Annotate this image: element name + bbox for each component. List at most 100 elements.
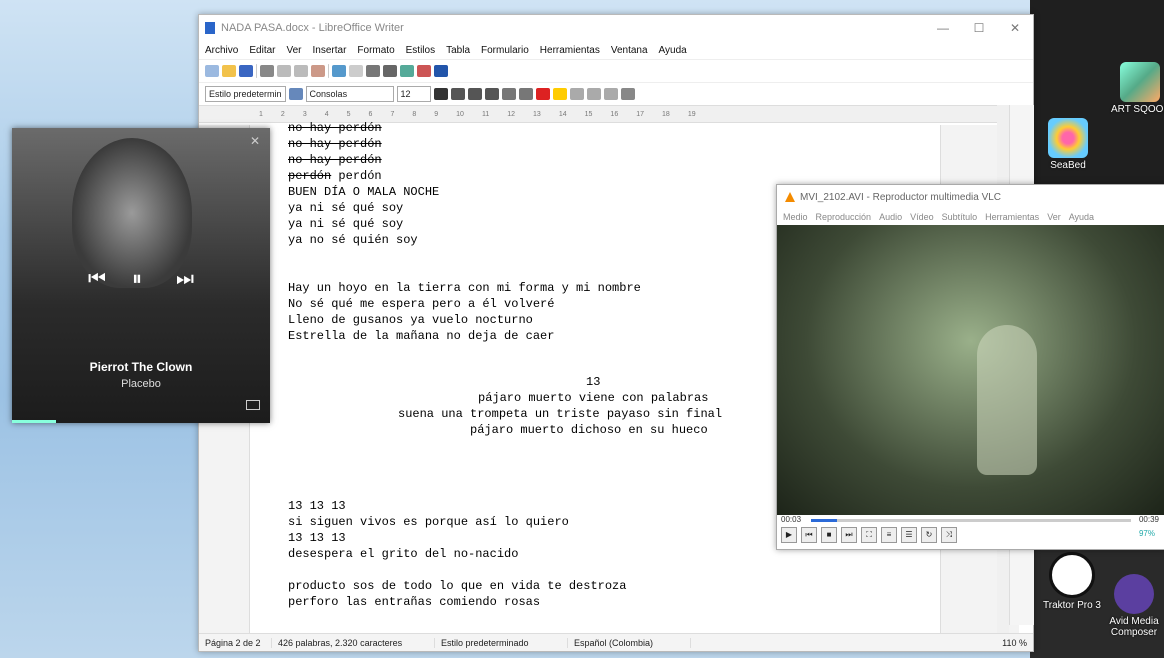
close-button[interactable]: ✕: [997, 21, 1033, 35]
pause-icon[interactable]: ⏸: [132, 268, 142, 291]
menu-ventana[interactable]: Ventana: [611, 45, 648, 56]
text-line: no hay perdón: [288, 153, 382, 167]
superscript-icon[interactable]: [501, 88, 516, 100]
table-icon[interactable]: [383, 65, 397, 77]
align-left-icon[interactable]: [569, 88, 584, 100]
vlc-menu-ayuda[interactable]: Ayuda: [1069, 212, 1094, 222]
cut-icon[interactable]: [277, 65, 291, 77]
font-size-combo[interactable]: 12: [396, 86, 431, 102]
find-icon[interactable]: [366, 65, 380, 77]
text-line: Hay un hoyo en la tierra con mi forma y …: [288, 281, 641, 295]
vlc-menu-herramientas[interactable]: Herramientas: [985, 212, 1039, 222]
menu-formato[interactable]: Formato: [357, 45, 394, 56]
text-line: suena una trompeta un triste payaso sin …: [398, 407, 723, 421]
underline-icon[interactable]: [467, 88, 482, 100]
menu-insertar[interactable]: Insertar: [313, 45, 347, 56]
special-char-icon[interactable]: [434, 65, 448, 77]
writer-titlebar: NADA PASA.docx - LibreOffice Writer — ☐ …: [199, 15, 1033, 41]
time-current: 00:03: [781, 515, 802, 524]
text-line: BUEN DÍA O MALA NOCHE: [288, 185, 440, 199]
text-line: pájaro muerto viene con palabras: [478, 391, 709, 405]
image-icon[interactable]: [400, 65, 414, 77]
strikethrough-icon[interactable]: [484, 88, 499, 100]
vlc-menu-video[interactable]: Vídeo: [910, 212, 934, 222]
new-icon[interactable]: [205, 65, 219, 77]
highlight-icon[interactable]: [552, 88, 567, 100]
font-color-icon[interactable]: [535, 88, 550, 100]
vlc-menu-reproduccion[interactable]: Reproducción: [816, 212, 872, 222]
writer-window-controls: — ☐ ✕: [925, 21, 1033, 35]
font-name-combo[interactable]: Consolas: [305, 86, 394, 102]
undo-icon[interactable]: [332, 65, 346, 77]
save-icon[interactable]: [239, 65, 253, 77]
video-frame[interactable]: [777, 225, 1164, 515]
status-words: 426 palabras, 2.320 caracteres: [272, 637, 435, 648]
align-center-icon[interactable]: [586, 88, 601, 100]
video-figure: [977, 325, 1037, 475]
subscript-icon[interactable]: [518, 88, 533, 100]
menu-ayuda[interactable]: Ayuda: [659, 45, 687, 56]
status-language[interactable]: Español (Colombia): [568, 637, 691, 648]
italic-icon[interactable]: [450, 88, 465, 100]
volume-level[interactable]: 97%: [1139, 529, 1155, 538]
open-icon[interactable]: [222, 65, 236, 77]
menu-tabla[interactable]: Tabla: [446, 45, 470, 56]
chart-icon[interactable]: [417, 65, 431, 77]
album-art: [72, 138, 192, 288]
status-zoom[interactable]: 110 %: [996, 638, 1033, 648]
paste-icon[interactable]: [311, 65, 325, 77]
print-icon[interactable]: [260, 65, 274, 77]
mini-player-icon[interactable]: [246, 400, 260, 410]
bold-icon[interactable]: [433, 88, 448, 100]
vlc-menu-ver[interactable]: Ver: [1047, 212, 1061, 222]
justify-icon[interactable]: [620, 88, 635, 100]
paragraph-style-combo[interactable]: Estilo predetermin: [205, 86, 286, 102]
desktop-icon-art-sqool[interactable]: ART SQOOL: [1100, 62, 1164, 115]
play-icon[interactable]: ▶: [781, 527, 797, 543]
vlc-menu-medio[interactable]: Medio: [783, 212, 808, 222]
vlc-menu-audio[interactable]: Audio: [879, 212, 902, 222]
menu-estilos[interactable]: Estilos: [406, 45, 435, 56]
menu-ver[interactable]: Ver: [286, 45, 301, 56]
previous-icon[interactable]: ⏮: [801, 527, 817, 543]
loop-icon[interactable]: ↻: [921, 527, 937, 543]
menu-formulario[interactable]: Formulario: [481, 45, 529, 56]
close-icon[interactable]: ✕: [250, 134, 260, 148]
next-icon[interactable]: ⏭: [841, 527, 857, 543]
vlc-seek-bar[interactable]: 00:03 00:39: [777, 515, 1164, 525]
text-line: ya ni sé qué soy: [288, 217, 404, 231]
seabed-icon: [1048, 118, 1088, 158]
copy-icon[interactable]: [294, 65, 308, 77]
writer-menubar: Archivo Editar Ver Insertar Formato Esti…: [199, 41, 1033, 59]
previous-icon[interactable]: ⏮: [88, 268, 106, 291]
status-page: Página 2 de 2: [199, 637, 272, 648]
playlist-icon[interactable]: ☰: [901, 527, 917, 543]
art-sqool-icon: [1120, 62, 1160, 102]
shuffle-icon[interactable]: ⤨: [941, 527, 957, 543]
next-icon[interactable]: ⏭: [176, 268, 194, 291]
maximize-button[interactable]: ☐: [961, 21, 997, 35]
minimize-button[interactable]: —: [925, 21, 961, 35]
stop-icon[interactable]: ■: [821, 527, 837, 543]
vlc-menubar: Medio Reproducción Audio Vídeo Subtítulo…: [777, 209, 1164, 225]
seek-track[interactable]: [811, 519, 1131, 522]
desktop-icon-avid[interactable]: Avid Media Composer: [1094, 574, 1164, 638]
align-right-icon[interactable]: [603, 88, 618, 100]
fullscreen-icon[interactable]: ⛶: [861, 527, 877, 543]
menu-herramientas[interactable]: Herramientas: [540, 45, 600, 56]
seek-fill: [811, 519, 837, 522]
text-line: 13: [586, 375, 601, 389]
desktop-icon-seabed[interactable]: SeaBed: [1028, 118, 1108, 171]
equalizer-icon[interactable]: ≡: [881, 527, 897, 543]
text-line: Estrella de la mañana no deja de caer: [288, 329, 555, 343]
song-artist: Placebo: [121, 378, 161, 390]
menu-archivo[interactable]: Archivo: [205, 45, 238, 56]
vlc-menu-subtitulo[interactable]: Subtítulo: [942, 212, 978, 222]
format-toolbar: Estilo predetermin Consolas 12: [199, 82, 1033, 105]
avid-icon: [1114, 574, 1154, 614]
menu-editar[interactable]: Editar: [249, 45, 275, 56]
style-icon[interactable]: [288, 88, 303, 100]
redo-icon[interactable]: [349, 65, 363, 77]
writer-statusbar: Página 2 de 2 426 palabras, 2.320 caract…: [199, 633, 1033, 651]
desktop-icon-label: ART SQOOL: [1111, 104, 1164, 115]
